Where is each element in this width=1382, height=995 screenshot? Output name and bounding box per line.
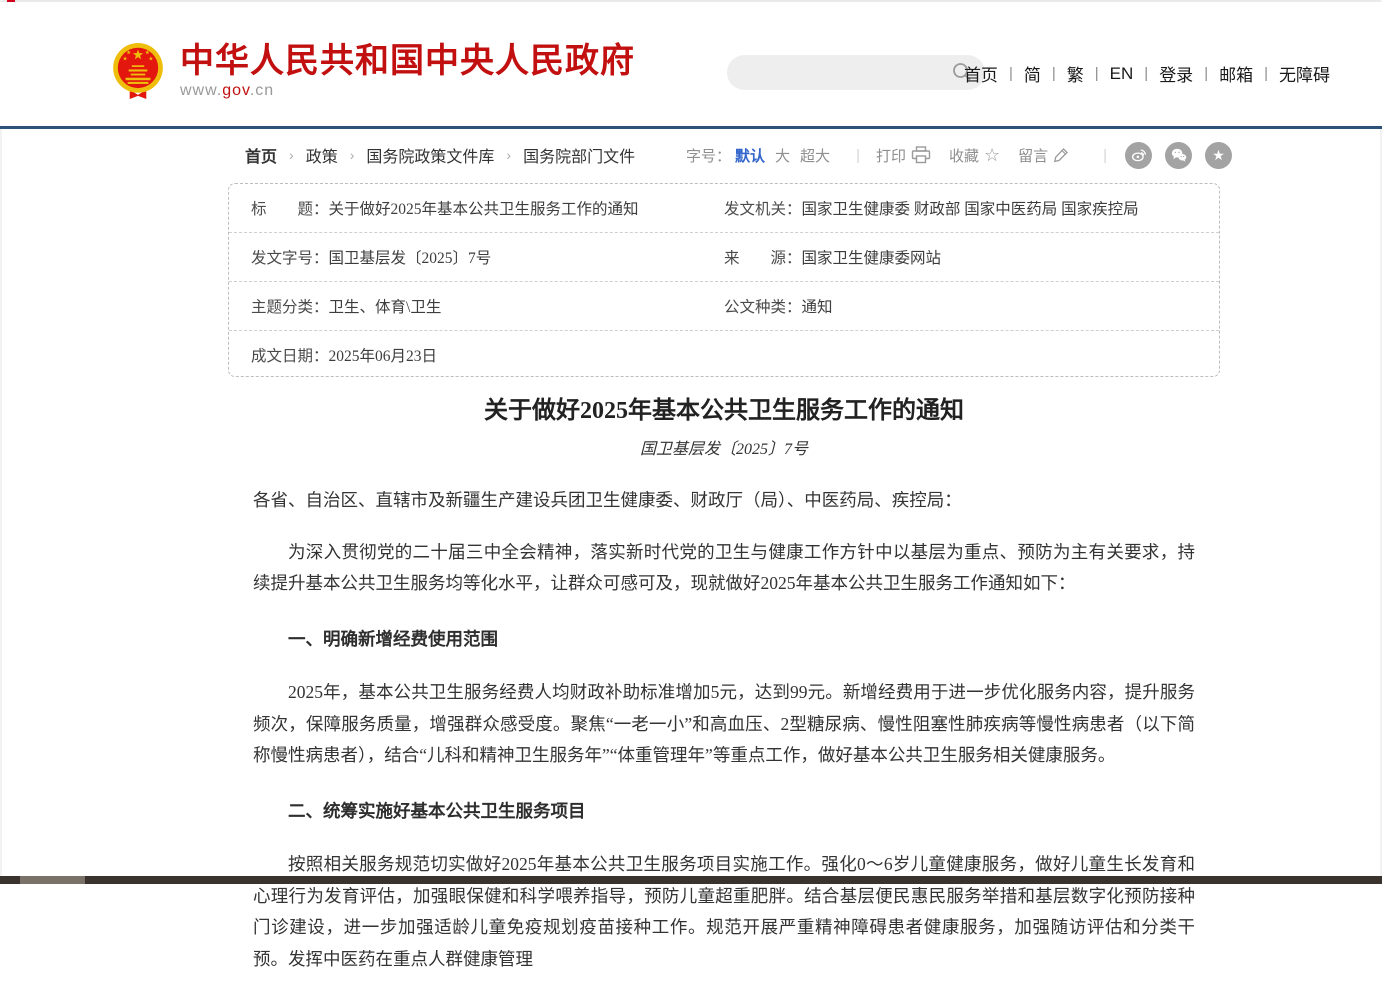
share-group: ★ [1125, 142, 1232, 169]
site-header: 中华人民共和国中央人民政府 www.gov.cn 首页 | 简 | 繁 | EN | 登… [0, 2, 1382, 129]
meta-row-date: 成文日期： 2025年06月23日 [229, 331, 1219, 379]
meta-category-cell: 主题分类： 卫生、体育\卫生 [251, 295, 724, 317]
meta-date-label: 成文日期： [251, 344, 329, 366]
breadcrumb-section[interactable]: 国务院部门文件 [523, 143, 635, 167]
site-url-gov: gov [222, 82, 250, 99]
nav-home[interactable]: 首页 [962, 61, 1000, 86]
meta-type-label: 公文种类： [724, 295, 802, 317]
site-url: www.gov.cn [180, 82, 635, 100]
meta-number-value: 国卫基层发〔2025〕7号 [329, 246, 492, 268]
meta-category-label: 主题分类： [251, 295, 329, 317]
meta-source-cell: 来 源： 国家卫生健康委网站 [724, 246, 1219, 268]
meta-type-cell: 公文种类： 通知 [724, 295, 1219, 317]
meta-agency-label: 发文机关： [724, 197, 802, 219]
meta-number-label: 发文字号： [251, 246, 329, 268]
page-toolbar: 字号： 默认 大 超大 | 打印 收藏 ☆ 留言 | [686, 141, 1232, 169]
meta-source-value: 国家卫生健康委网站 [802, 246, 942, 268]
star-outline-icon: ☆ [984, 146, 1000, 164]
document-body: 各省、自治区、直辖市及新疆生产建设兵团卫生健康委、财政厅（局）、中医药局、疾控局… [253, 485, 1195, 975]
meta-number-cell: 发文字号： 国卫基层发〔2025〕7号 [251, 246, 724, 268]
breadcrumb-library[interactable]: 国务院政策文件库 [366, 143, 494, 167]
printer-icon [911, 146, 931, 164]
nav-english[interactable]: EN [1108, 64, 1136, 84]
section-1-paragraph: 2025年，基本公共卫生服务经费人均财政补助标准增加5元，达到99元。新增经费用… [253, 677, 1195, 772]
meta-date-value: 2025年06月23日 [329, 344, 438, 366]
print-label: 打印 [876, 145, 906, 166]
wechat-icon [1170, 146, 1188, 164]
national-emblem-icon [112, 42, 164, 100]
meta-row-number-source: 发文字号： 国卫基层发〔2025〕7号 来 源： 国家卫生健康委网站 [229, 233, 1219, 282]
favorite-button[interactable]: 收藏 ☆ [949, 145, 1000, 166]
meta-category-value: 卫生、体育\卫生 [329, 295, 442, 317]
meta-row-category-type: 主题分类： 卫生、体育\卫生 公文种类： 通知 [229, 282, 1219, 331]
nav-simplified[interactable]: 简 [1022, 61, 1043, 86]
intro-paragraph: 为深入贯彻党的二十届三中全会精神，落实新时代党的卫生与健康工作方针中以基层为重点… [253, 537, 1195, 600]
document-meta-table: 标 题： 关于做好2025年基本公共卫生服务工作的通知 发文机关： 国家卫生健康… [228, 183, 1220, 377]
search-box[interactable] [727, 55, 985, 90]
font-size-large-button[interactable]: 大 [775, 145, 790, 166]
comment-label: 留言 [1018, 145, 1048, 166]
document-content: 关于做好2025年基本公共卫生服务工作的通知 国卫基层发〔2025〕7号 各省、… [228, 396, 1220, 995]
meta-type-value: 通知 [802, 295, 833, 317]
nav-separator: | [1264, 65, 1268, 82]
search-input[interactable] [743, 60, 947, 86]
toolbar-divider: | [856, 147, 860, 164]
pencil-icon [1053, 147, 1069, 163]
print-button[interactable]: 打印 [876, 145, 931, 166]
nav-separator: | [1144, 65, 1148, 82]
meta-agency-cell: 发文机关： 国家卫生健康委 财政部 国家中医药局 国家疾控局 [724, 197, 1219, 219]
section-heading-2: 二、统筹实施好基本公共卫生服务项目 [253, 796, 1195, 828]
site-logo[interactable]: 中华人民共和国中央人民政府 www.gov.cn [112, 42, 635, 100]
meta-date-cell: 成文日期： 2025年06月23日 [251, 344, 724, 366]
meta-row-title-agency: 标 题： 关于做好2025年基本公共卫生服务工作的通知 发文机关： 国家卫生健康… [229, 184, 1219, 233]
nav-login[interactable]: 登录 [1157, 61, 1195, 86]
nav-separator: | [1095, 65, 1099, 82]
nav-accessibility[interactable]: 无障碍 [1277, 61, 1332, 86]
document-title: 关于做好2025年基本公共卫生服务工作的通知 [228, 396, 1220, 426]
nav-separator: | [1052, 65, 1056, 82]
favorite-label: 收藏 [949, 145, 979, 166]
breadcrumb-policy[interactable]: 政策 [306, 143, 338, 167]
comment-button[interactable]: 留言 [1018, 145, 1069, 166]
chevron-right-icon: › [506, 147, 511, 163]
font-size-xlarge-button[interactable]: 超大 [800, 145, 830, 166]
star-solid-icon: ★ [1212, 148, 1225, 162]
share-weibo-button[interactable] [1125, 142, 1152, 169]
site-url-cn: .cn [250, 82, 274, 99]
share-qzone-button[interactable]: ★ [1205, 142, 1232, 169]
nav-traditional[interactable]: 繁 [1065, 61, 1086, 86]
meta-title-label: 标 题： [251, 197, 329, 219]
share-wechat-button[interactable] [1165, 142, 1192, 169]
meta-source-label: 来 源： [724, 246, 802, 268]
breadcrumb-home[interactable]: 首页 [245, 143, 277, 167]
document-number: 国卫基层发〔2025〕7号 [228, 435, 1220, 459]
meta-agency-value: 国家卫生健康委 财政部 国家中医药局 国家疾控局 [802, 197, 1139, 219]
toolbar-divider: | [1103, 147, 1107, 164]
scrollbar-thumb[interactable] [20, 876, 85, 884]
chevron-right-icon: › [350, 147, 355, 163]
breadcrumb: 首页 › 政策 › 国务院政策文件库 › 国务院部门文件 [245, 143, 635, 167]
meta-title-value: 关于做好2025年基本公共卫生服务工作的通知 [329, 197, 639, 219]
chevron-right-icon: › [289, 147, 294, 163]
nav-mail[interactable]: 邮箱 [1217, 61, 1255, 86]
font-size-default-button[interactable]: 默认 [735, 145, 765, 166]
top-nav: 首页 | 简 | 繁 | EN | 登录 | 邮箱 | 无障碍 [962, 61, 1332, 86]
section-2-paragraph: 按照相关服务规范切实做好2025年基本公共卫生服务项目实施工作。强化0～6岁儿童… [253, 849, 1195, 975]
horizontal-scrollbar[interactable] [0, 876, 1382, 884]
site-url-www: www. [180, 82, 222, 99]
nav-separator: | [1009, 65, 1013, 82]
window-left-edge [0, 0, 2, 884]
section-heading-1: 一、明确新增经费使用范围 [253, 624, 1195, 656]
site-title: 中华人民共和国中央人民政府 [180, 43, 635, 79]
salutation-paragraph: 各省、自治区、直辖市及新疆生产建设兵团卫生健康委、财政厅（局）、中医药局、疾控局… [253, 485, 1195, 517]
meta-title-cell: 标 题： 关于做好2025年基本公共卫生服务工作的通知 [251, 197, 724, 219]
nav-separator: | [1204, 65, 1208, 82]
weibo-icon [1130, 146, 1148, 164]
font-size-label: 字号： [686, 145, 731, 166]
